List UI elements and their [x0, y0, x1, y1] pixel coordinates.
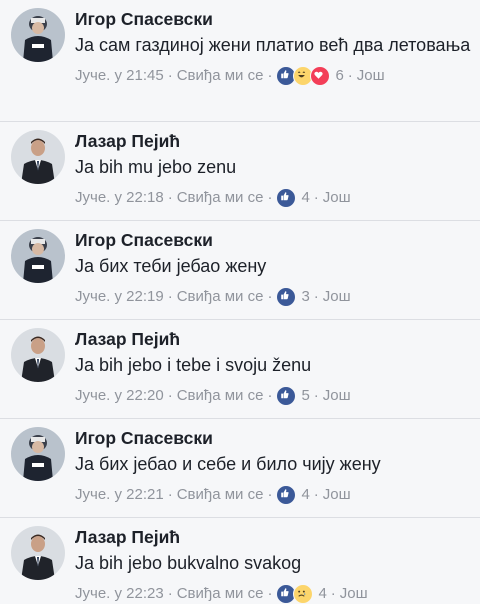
meta-separator: ·	[267, 585, 273, 602]
avatar-lazar[interactable]	[11, 130, 65, 184]
comment-timestamp[interactable]: Јуче. у 22:21	[75, 485, 164, 505]
meta-separator: ·	[313, 486, 319, 503]
meta-separator: ·	[330, 585, 336, 602]
like-icon	[276, 188, 297, 208]
comment-text: Ја бих теби јебао жену	[75, 256, 267, 276]
reaction-count[interactable]: 4	[301, 188, 309, 208]
like-icon	[276, 485, 297, 505]
reaction-count[interactable]: 3	[301, 287, 309, 307]
reactions[interactable]	[276, 66, 331, 86]
reactions[interactable]	[276, 386, 297, 406]
comment-text: Ја бих јебао и себе и било чију жену	[75, 454, 381, 474]
like-button[interactable]: Свиђа ми се	[177, 188, 264, 208]
avatar-igor[interactable]	[11, 8, 65, 62]
comment-meta: Јуче. у 22:18 · Свиђа ми се · 4 · Још	[75, 188, 474, 208]
meta-separator: ·	[267, 387, 273, 404]
comment-timestamp[interactable]: Јуче. у 22:18	[75, 188, 164, 208]
comment: Игор Спасевски Ја бих јебао и себе и бил…	[0, 419, 480, 518]
love-icon	[310, 66, 331, 86]
comment-timestamp[interactable]: Јуче. у 22:23	[75, 584, 164, 604]
more-button[interactable]: Још	[340, 584, 368, 604]
comment-meta: Јуче. у 22:19 · Свиђа ми се · 3 · Још	[75, 287, 474, 307]
comment-text: Ја сам газдиној жени платио већ два лето…	[75, 35, 471, 55]
avatar-igor[interactable]	[11, 427, 65, 481]
comment-timestamp[interactable]: Јуче. у 22:19	[75, 287, 164, 307]
comment-author[interactable]: Лазар Пејић	[75, 526, 474, 549]
avatar-lazar[interactable]	[11, 328, 65, 382]
sad-icon	[293, 584, 314, 604]
comment-timestamp[interactable]: Јуче. у 21:45	[75, 66, 164, 86]
comment: Лазар Пејић Ja bih jebo bukvalno svakog …	[0, 518, 480, 604]
reactions[interactable]	[276, 485, 297, 505]
like-button[interactable]: Свиђа ми се	[177, 287, 264, 307]
avatar-igor[interactable]	[11, 229, 65, 283]
meta-separator: ·	[267, 67, 273, 84]
meta-separator: ·	[313, 189, 319, 206]
comment-meta: Јуче. у 21:45 · Свиђа ми се · 6 · Још	[75, 66, 474, 86]
comment-timestamp[interactable]: Јуче. у 22:20	[75, 386, 164, 406]
meta-separator: ·	[267, 189, 273, 206]
reactions[interactable]	[276, 287, 297, 307]
meta-separator: ·	[167, 67, 173, 84]
comment-meta: Јуче. у 22:21 · Свиђа ми се · 4 · Још	[75, 485, 474, 505]
comment: Лазар Пејић Ja bih mu jebo zenu Јуче. у …	[0, 122, 480, 221]
comment: Лазар Пејић Ja bih jebo i tebe i svoju ž…	[0, 320, 480, 419]
comment-author[interactable]: Игор Спасевски	[75, 427, 474, 450]
reaction-count[interactable]: 4	[318, 584, 326, 604]
reaction-count[interactable]: 5	[301, 386, 309, 406]
more-button[interactable]: Још	[323, 188, 351, 208]
meta-separator: ·	[313, 387, 319, 404]
meta-separator: ·	[267, 288, 273, 305]
comment-author[interactable]: Лазар Пејић	[75, 328, 474, 351]
more-button[interactable]: Још	[323, 287, 351, 307]
reactions[interactable]	[276, 584, 314, 604]
meta-separator: ·	[167, 288, 173, 305]
comment: Игор Спасевски Ја бих теби јебао жену Ју…	[0, 221, 480, 320]
like-button[interactable]: Свиђа ми се	[177, 386, 264, 406]
meta-separator: ·	[167, 585, 173, 602]
meta-separator: ·	[347, 67, 353, 84]
reactions[interactable]	[276, 188, 297, 208]
like-button[interactable]: Свиђа ми се	[177, 485, 264, 505]
like-icon	[276, 287, 297, 307]
avatar-lazar[interactable]	[11, 526, 65, 580]
comment-text: Ja bih jebo i tebe i svoju ženu	[75, 355, 312, 375]
meta-separator: ·	[267, 486, 273, 503]
comment-author[interactable]: Лазар Пејић	[75, 130, 474, 153]
comment-author[interactable]: Игор Спасевски	[75, 229, 474, 252]
reaction-count[interactable]: 4	[301, 485, 309, 505]
comment: Игор Спасевски Ја сам газдиној жени плат…	[0, 0, 480, 122]
comment-text: Ja bih mu jebo zenu	[75, 157, 237, 177]
like-button[interactable]: Свиђа ми се	[177, 584, 264, 604]
reaction-count[interactable]: 6	[335, 66, 343, 86]
more-button[interactable]: Још	[357, 66, 385, 86]
meta-separator: ·	[167, 486, 173, 503]
like-icon	[276, 386, 297, 406]
more-button[interactable]: Још	[323, 485, 351, 505]
meta-separator: ·	[313, 288, 319, 305]
meta-separator: ·	[167, 189, 173, 206]
comment-author[interactable]: Игор Спасевски	[75, 8, 474, 31]
like-button[interactable]: Свиђа ми се	[177, 66, 264, 86]
comment-meta: Јуче. у 22:23 · Свиђа ми се · 4 · Још	[75, 584, 474, 604]
comment-meta: Јуче. у 22:20 · Свиђа ми се · 5 · Још	[75, 386, 474, 406]
meta-separator: ·	[167, 387, 173, 404]
more-button[interactable]: Још	[323, 386, 351, 406]
comment-text: Ja bih jebo bukvalno svakog	[75, 553, 302, 573]
